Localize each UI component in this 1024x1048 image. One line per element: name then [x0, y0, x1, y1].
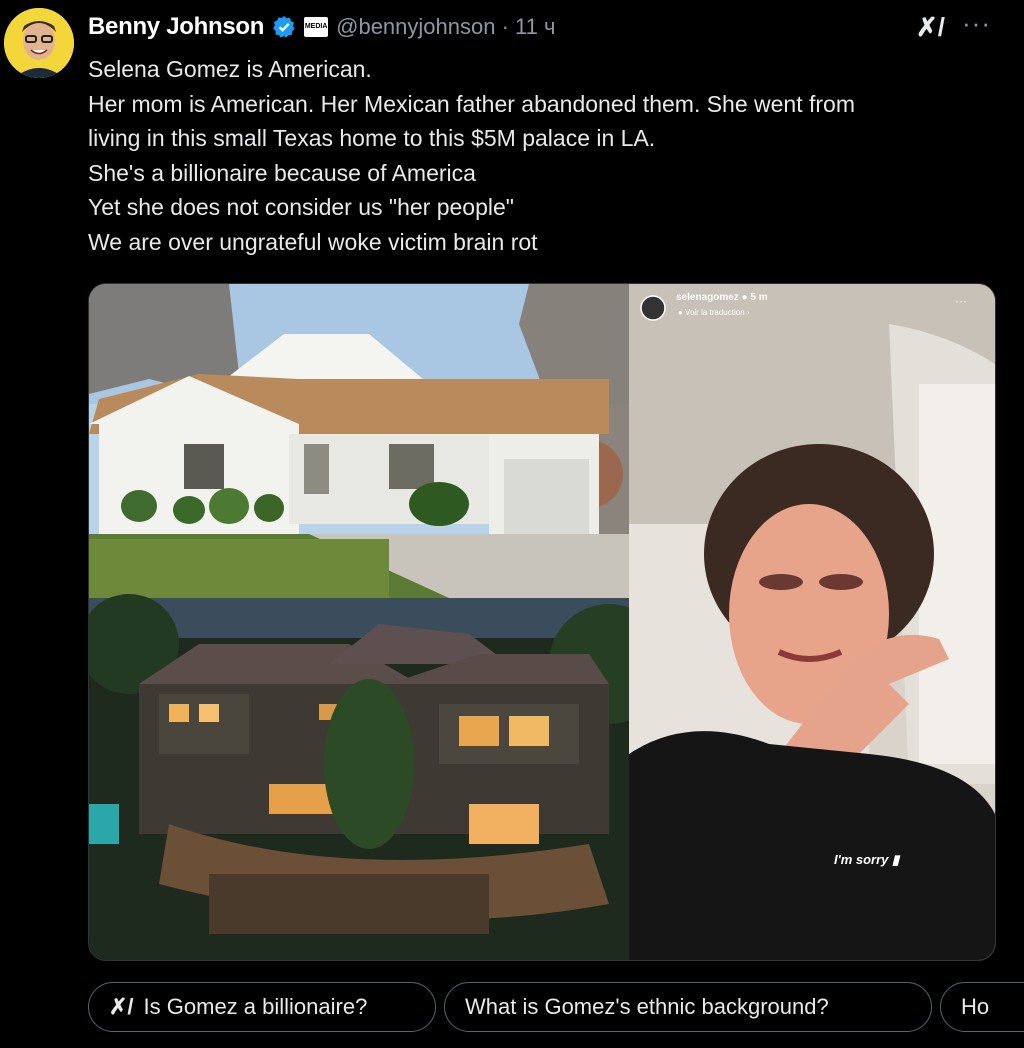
post-header: Benny Johnson MEDIA @bennyjohnson · 11 ч [88, 10, 555, 44]
affiliate-badge-icon: MEDIA [304, 17, 329, 37]
post-text: Selena Gomez is American. Her mom is Ame… [88, 52, 1008, 259]
suggestion-label: What is Gomez's ethnic background? [465, 994, 829, 1019]
post-text-line: Selena Gomez is American. [88, 56, 372, 82]
suggestion-label: Ho [961, 994, 990, 1019]
verified-badge-icon [273, 16, 295, 38]
suggestion-label: Is Gomez a billionaire? [143, 994, 368, 1019]
story-username: selenagomez ● 5 m [676, 292, 768, 303]
post-text-line: living in this small Texas home to this … [88, 125, 656, 151]
small-house-photo[interactable] [89, 284, 629, 598]
more-icon[interactable]: ··· [962, 8, 991, 39]
story-sticker-text: I'm sorry ▮ [834, 852, 900, 867]
grok-icon[interactable]: ✗/ [916, 12, 945, 43]
instagram-story-screenshot[interactable] [629, 284, 995, 960]
post-text-line: Yet she does not consider us "her people… [88, 194, 514, 220]
story-more-icon: ··· [955, 294, 967, 308]
grok-suggestions: ✗/ Is Gomez a billionaire? What is Gomez… [88, 982, 1024, 1034]
author-name[interactable]: Benny Johnson [88, 13, 264, 41]
post-text-line: We are over ungrateful woke victim brain… [88, 228, 538, 255]
handle-and-time[interactable]: @bennyjohnson · 11 ч [336, 14, 555, 40]
suggestion-chip[interactable]: What is Gomez's ethnic background? [444, 982, 932, 1032]
post-text-line: She's a billionaire because of America [88, 159, 476, 186]
grok-icon: ✗/ [109, 994, 134, 1019]
suggestion-chip[interactable]: ✗/ Is Gomez a billionaire? [88, 982, 436, 1032]
mansion-photo[interactable] [89, 594, 669, 960]
suggestion-chip[interactable]: Ho [940, 982, 1024, 1032]
post-text-line: Her mom is American. Her Mexican father … [88, 90, 856, 117]
author-avatar[interactable] [4, 8, 74, 78]
story-translate-link: ● Voir la traduction › [678, 308, 750, 317]
